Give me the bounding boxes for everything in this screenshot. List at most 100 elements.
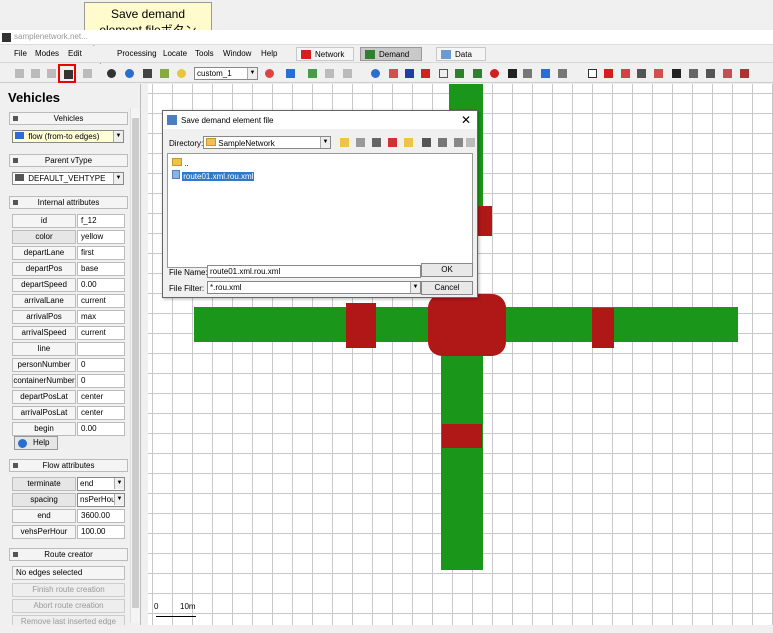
supermode-data[interactable]: Data bbox=[436, 47, 486, 61]
junction-north[interactable] bbox=[478, 206, 492, 236]
attr-input-departlane[interactable]: first bbox=[77, 246, 125, 260]
menu-modes[interactable]: Modes bbox=[35, 49, 59, 58]
junction-west[interactable] bbox=[346, 303, 376, 348]
list-item[interactable]: .. bbox=[172, 158, 189, 168]
remove-last-edge-button[interactable]: Remove last inserted edge bbox=[12, 615, 125, 625]
menu-file[interactable]: File bbox=[14, 49, 27, 58]
attr-input-id[interactable]: f_12 bbox=[77, 214, 125, 228]
help-button[interactable]: Help bbox=[14, 436, 58, 450]
flow-input-vehsperhour[interactable]: 100.00 bbox=[77, 525, 125, 539]
scrollbar-thumb[interactable] bbox=[132, 118, 139, 608]
attr-color-button[interactable]: color bbox=[12, 230, 76, 244]
menu-window[interactable]: Window bbox=[223, 49, 251, 58]
file-filter-select[interactable]: *.rou.xml ▼ bbox=[207, 281, 421, 294]
save-additional-button[interactable] bbox=[80, 66, 94, 80]
junction-south[interactable] bbox=[442, 424, 482, 448]
parent-vtype-header[interactable]: Parent vType bbox=[9, 154, 128, 167]
bookmark-button[interactable] bbox=[385, 135, 399, 149]
screenshot-button[interactable] bbox=[283, 66, 297, 80]
chat-button[interactable] bbox=[174, 66, 188, 80]
up-folder-button[interactable] bbox=[337, 135, 351, 149]
show-demand-button[interactable] bbox=[737, 66, 751, 80]
vehicles-section-header[interactable]: Vehicles bbox=[9, 112, 128, 125]
file-list[interactable]: .. route01.xml.rou.xml bbox=[167, 153, 473, 268]
road-south[interactable] bbox=[441, 344, 483, 570]
cancel-button[interactable]: Cancel bbox=[421, 281, 473, 295]
menu-edit[interactable]: Edit bbox=[68, 49, 82, 58]
delete-mode-button[interactable] bbox=[386, 66, 400, 80]
vtype-mode-button[interactable] bbox=[470, 66, 484, 80]
work-dir-button[interactable] bbox=[369, 135, 383, 149]
attr-input-arrivallane[interactable]: current bbox=[77, 294, 125, 308]
move-mode-button[interactable] bbox=[418, 66, 432, 80]
close-icon[interactable]: ✕ bbox=[461, 113, 471, 127]
delete-file-button[interactable] bbox=[463, 135, 477, 149]
container-mode-button[interactable] bbox=[538, 66, 552, 80]
menu-help[interactable]: Help bbox=[261, 49, 277, 58]
menu-locate[interactable]: Locate bbox=[163, 49, 187, 58]
grid-button[interactable] bbox=[585, 66, 599, 80]
menu-processing[interactable]: Processing bbox=[117, 49, 157, 58]
flow-label-spacing[interactable]: spacing bbox=[12, 493, 76, 507]
flow-input-end[interactable]: 3600.00 bbox=[77, 509, 125, 523]
save-network-button[interactable] bbox=[44, 66, 58, 80]
show-trips-button[interactable] bbox=[651, 66, 665, 80]
undo-button[interactable] bbox=[305, 66, 319, 80]
internal-attributes-header[interactable]: Internal attributes bbox=[9, 196, 128, 209]
container-plan-button[interactable] bbox=[555, 66, 569, 80]
flow-label-terminate[interactable]: terminate bbox=[12, 477, 76, 491]
show-container-plans-button[interactable] bbox=[720, 66, 734, 80]
show-persons-button[interactable] bbox=[669, 66, 683, 80]
supermode-network[interactable]: Network bbox=[296, 47, 354, 61]
new-network-button[interactable] bbox=[12, 66, 26, 80]
attr-input-departposlat[interactable]: center bbox=[77, 390, 125, 404]
view-scheme-select[interactable]: custom_1 ▼ bbox=[194, 67, 258, 80]
edit-button[interactable] bbox=[157, 66, 171, 80]
redo-button[interactable] bbox=[322, 66, 336, 80]
junction-center[interactable] bbox=[428, 294, 506, 356]
zoom-button[interactable] bbox=[122, 66, 136, 80]
vehicle-type-select[interactable]: flow (from-to edges) ▼ bbox=[12, 130, 124, 143]
ok-button[interactable]: OK bbox=[421, 263, 473, 277]
junction-east[interactable] bbox=[592, 308, 614, 348]
show-vehicles-button[interactable] bbox=[618, 66, 632, 80]
person-mode-button[interactable] bbox=[505, 66, 519, 80]
attr-input-personnumber[interactable]: 0 bbox=[77, 358, 125, 372]
new-folder-button[interactable] bbox=[401, 135, 415, 149]
menu-tools[interactable]: Tools bbox=[195, 49, 214, 58]
filename-input[interactable]: route01.xml.rou.xml bbox=[207, 265, 421, 278]
attr-input-arrivalspeed[interactable]: current bbox=[77, 326, 125, 340]
directory-select[interactable]: SampleNetwork ▼ bbox=[203, 136, 331, 149]
inspect-button[interactable] bbox=[104, 66, 118, 80]
route-mode-button[interactable] bbox=[436, 66, 450, 80]
select-mode-button[interactable] bbox=[402, 66, 416, 80]
attr-input-containernumber[interactable]: 0 bbox=[77, 374, 125, 388]
sort-button[interactable] bbox=[435, 135, 449, 149]
list-view-button[interactable] bbox=[419, 135, 433, 149]
home-button[interactable] bbox=[353, 135, 367, 149]
vehicle-mode-button[interactable] bbox=[452, 66, 466, 80]
open-button[interactable] bbox=[28, 66, 42, 80]
abort-route-button[interactable]: Abort route creation bbox=[12, 599, 125, 613]
attr-input-line[interactable] bbox=[77, 342, 125, 356]
attr-input-arrivalpos[interactable]: max bbox=[77, 310, 125, 324]
panel-scrollbar[interactable] bbox=[130, 108, 140, 623]
flow-attributes-header[interactable]: Flow attributes bbox=[9, 459, 128, 472]
attr-input-departpos[interactable]: base bbox=[77, 262, 125, 276]
save-demand-element-file-button[interactable] bbox=[58, 64, 76, 83]
stop-mode-button[interactable] bbox=[487, 66, 501, 80]
finish-route-button[interactable]: Finish route creation bbox=[12, 583, 125, 597]
supermode-demand[interactable]: Demand bbox=[360, 47, 422, 61]
attr-input-color[interactable]: yellow bbox=[77, 230, 125, 244]
vtype-select[interactable]: DEFAULT_VEHTYPE ▼ bbox=[12, 172, 124, 185]
attr-input-begin[interactable]: 0.00 bbox=[77, 422, 125, 436]
route-creator-header[interactable]: Route creator bbox=[9, 548, 128, 561]
attr-input-departspeed[interactable]: 0.00 bbox=[77, 278, 125, 292]
select-button[interactable] bbox=[140, 66, 154, 80]
person-plan-button[interactable] bbox=[520, 66, 534, 80]
show-person-plans-button[interactable] bbox=[686, 66, 700, 80]
show-containers-button[interactable] bbox=[703, 66, 717, 80]
flow-spacing-select[interactable]: nsPerHour ▼ bbox=[77, 493, 125, 507]
attr-input-arrivalposlat[interactable]: center bbox=[77, 406, 125, 420]
redo-alt-button[interactable] bbox=[340, 66, 354, 80]
